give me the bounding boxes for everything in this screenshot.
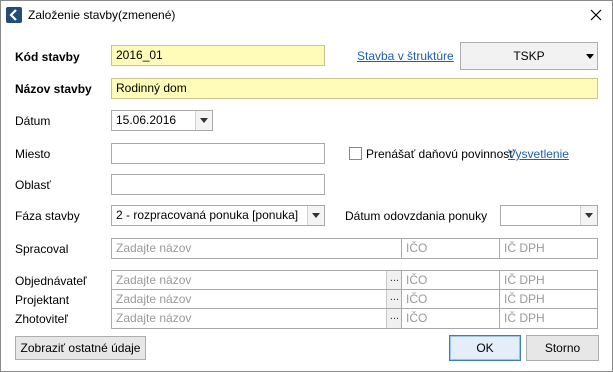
faza-stavby-select[interactable]: 2 - rozpracovaná ponuka [ponuka] [111,205,325,226]
zobrazit-ostatne-button[interactable]: Zobraziť ostatné údaje [15,336,146,360]
dialog-window: Založenie stavby(zmenené) Kód stavby 201… [0,0,613,372]
chevron-down-icon [586,54,594,59]
vysvetlenie-link[interactable]: Vysvetlenie [508,147,569,161]
oblast-label: Oblasť [15,178,51,192]
stavba-v-strukture-link[interactable]: Stavba v štruktúre [357,49,454,63]
oblast-input[interactable] [111,174,325,195]
zhotovitel-icdph-input[interactable]: IČ DPH [499,308,598,329]
objednavatel-ico-input[interactable]: IČO [401,270,501,291]
objednavatel-name-placeholder: Zadajte názov [116,273,192,287]
datum-odovzdania-label: Dátum odovzdania ponuky [345,209,488,223]
datum-picker[interactable]: 15.06.2016 [111,110,213,131]
zhotovitel-browse-button[interactable]: ... [386,309,402,328]
title-bar: Založenie stavby(zmenené) [1,1,612,29]
tskp-label: TSKP [513,49,545,63]
zhotovitel-name-placeholder: Zadajte názov [116,311,192,325]
zhotovitel-label: Zhotoviteľ [15,312,68,326]
kod-stavby-label: Kód stavby [15,50,80,64]
projektant-ico-input[interactable]: IČO [401,289,501,310]
faza-stavby-label: Fáza stavby [15,209,80,223]
close-icon[interactable] [586,5,606,25]
back-arrow-icon[interactable] [6,7,22,23]
kod-stavby-input[interactable]: 2016_01 [111,45,325,66]
nazov-stavby-label: Názov stavby [15,82,92,96]
tskp-dropdown[interactable]: TSKP [460,42,598,70]
objednavatel-label: Objednávateľ [15,274,87,288]
objednavatel-icdph-input[interactable]: IČ DPH [499,270,598,291]
objednavatel-name-input[interactable]: Zadajte názov ... [111,270,403,291]
datum-odovzdania-picker[interactable] [500,205,598,226]
nazov-stavby-input[interactable]: Rodinný dom [111,78,598,99]
zhotovitel-name-input[interactable]: Zadajte názov ... [111,308,403,329]
spracoval-name-input[interactable]: Zadajte názov [111,238,403,259]
zhotovitel-ico-input[interactable]: IČO [401,308,501,329]
spracoval-ico-input[interactable]: IČO [401,238,501,259]
projektant-browse-button[interactable]: ... [386,290,402,309]
projektant-label: Projektant [15,293,70,307]
miesto-input[interactable] [111,143,325,164]
ok-button[interactable]: OK [449,335,521,361]
storno-button[interactable]: Storno [526,335,599,361]
prenasat-checkbox[interactable] [349,147,362,160]
faza-stavby-value: 2 - rozpracovaná ponuka [ponuka] [116,208,299,222]
miesto-label: Miesto [15,147,51,161]
prenasat-label: Prenášať daňovú povinnosť [366,147,514,161]
chevron-down-icon[interactable] [307,206,324,225]
spracoval-label: Spracoval [15,242,69,256]
projektant-name-input[interactable]: Zadajte názov ... [111,289,403,310]
chevron-down-icon[interactable] [580,206,597,225]
datum-label: Dátum [15,114,51,128]
projektant-name-placeholder: Zadajte názov [116,292,192,306]
projektant-icdph-input[interactable]: IČ DPH [499,289,598,310]
objednavatel-browse-button[interactable]: ... [386,271,402,290]
spracoval-icdph-input[interactable]: IČ DPH [499,238,598,259]
window-title: Založenie stavby(zmenené) [28,8,176,22]
datum-value: 15.06.2016 [116,113,177,127]
chevron-down-icon[interactable] [195,111,212,130]
